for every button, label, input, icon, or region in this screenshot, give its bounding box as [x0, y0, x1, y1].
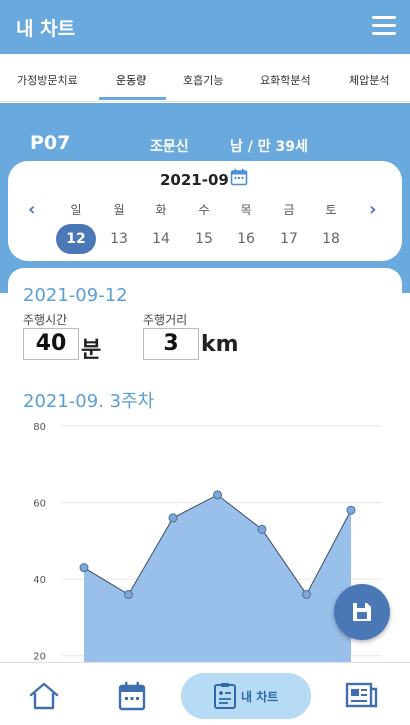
- distance-label: 주행거리: [143, 313, 188, 327]
- time-unit: 분: [81, 338, 102, 363]
- data-point: [168, 513, 178, 523]
- calendar-day[interactable]: 16: [226, 224, 266, 254]
- patient-id: P07: [30, 132, 71, 154]
- active-tab-indicator: [99, 97, 166, 100]
- data-point: [302, 589, 311, 599]
- weekday-label: 수: [198, 203, 210, 217]
- time-label: 주행시간: [23, 313, 68, 327]
- weekday-label: 금: [283, 203, 295, 217]
- patient-name: 조문신: [150, 139, 189, 155]
- y-tick-label: 80: [33, 422, 46, 433]
- chevron-right-icon[interactable]: ›: [369, 199, 376, 220]
- save-button[interactable]: [334, 584, 390, 640]
- week-calendar: 2021-09 ‹ › 일 월 화 수 목 금 토 12 13 14 15 16…: [8, 161, 402, 261]
- tab-bar: 가정방문치료 운동량 호흡기능 요화학분석 체압분석: [0, 54, 410, 102]
- tab-exercise[interactable]: 운동량: [116, 72, 146, 88]
- page-title: 내 차트: [16, 18, 76, 40]
- nav-my-chart[interactable]: 내 차트: [181, 673, 311, 719]
- hamburger-menu-icon[interactable]: [372, 16, 396, 36]
- app-header: 내 차트: [0, 0, 410, 54]
- tab-pressure[interactable]: 체압분석: [349, 72, 389, 88]
- calendar-day[interactable]: 14: [141, 224, 181, 254]
- calendar-day[interactable]: 15: [184, 224, 224, 254]
- weekday-label: 목: [240, 203, 252, 217]
- data-point: [124, 589, 133, 599]
- weekday-label: 화: [155, 203, 167, 217]
- series-area: [84, 494, 351, 668]
- nav-my-chart-label: 내 차트: [241, 690, 279, 704]
- tab-urinalysis[interactable]: 요화학분석: [260, 72, 311, 88]
- weekday-label: 월: [113, 203, 125, 217]
- distance-unit: km: [201, 332, 239, 357]
- patient-info: 남 / 만 39세: [230, 139, 308, 155]
- save-icon: [353, 603, 371, 621]
- data-point: [346, 505, 356, 515]
- data-point: [79, 563, 89, 573]
- newspaper-icon[interactable]: [345, 681, 379, 709]
- record-date: 2021-09-12: [23, 285, 128, 306]
- bottom-navigation: 내 차트: [0, 662, 410, 725]
- weekday-label: 토: [325, 203, 337, 217]
- tab-home-treatment[interactable]: 가정방문치료: [17, 72, 78, 88]
- tab-respiratory[interactable]: 호흡기능: [183, 72, 223, 88]
- data-point: [257, 524, 267, 534]
- calendar-icon[interactable]: [118, 681, 146, 711]
- calendar-icon[interactable]: [230, 168, 248, 186]
- y-tick-label: 40: [33, 575, 46, 586]
- calendar-month[interactable]: 2021-09: [160, 171, 229, 189]
- calendar-day[interactable]: 18: [311, 224, 351, 254]
- calendar-day-selected[interactable]: 12: [56, 224, 96, 254]
- home-icon[interactable]: [28, 681, 60, 711]
- weekday-label: 일: [70, 203, 82, 217]
- week-heading: 2021-09. 3주차: [23, 391, 155, 412]
- chevron-left-icon[interactable]: ‹: [28, 199, 35, 220]
- clipboard-icon: [214, 683, 236, 709]
- distance-value: 3: [143, 328, 199, 360]
- calendar-day[interactable]: 17: [269, 224, 309, 254]
- calendar-day[interactable]: 13: [99, 224, 139, 254]
- time-value: 40: [23, 328, 79, 360]
- data-point: [213, 490, 222, 500]
- y-tick-label: 60: [33, 499, 46, 510]
